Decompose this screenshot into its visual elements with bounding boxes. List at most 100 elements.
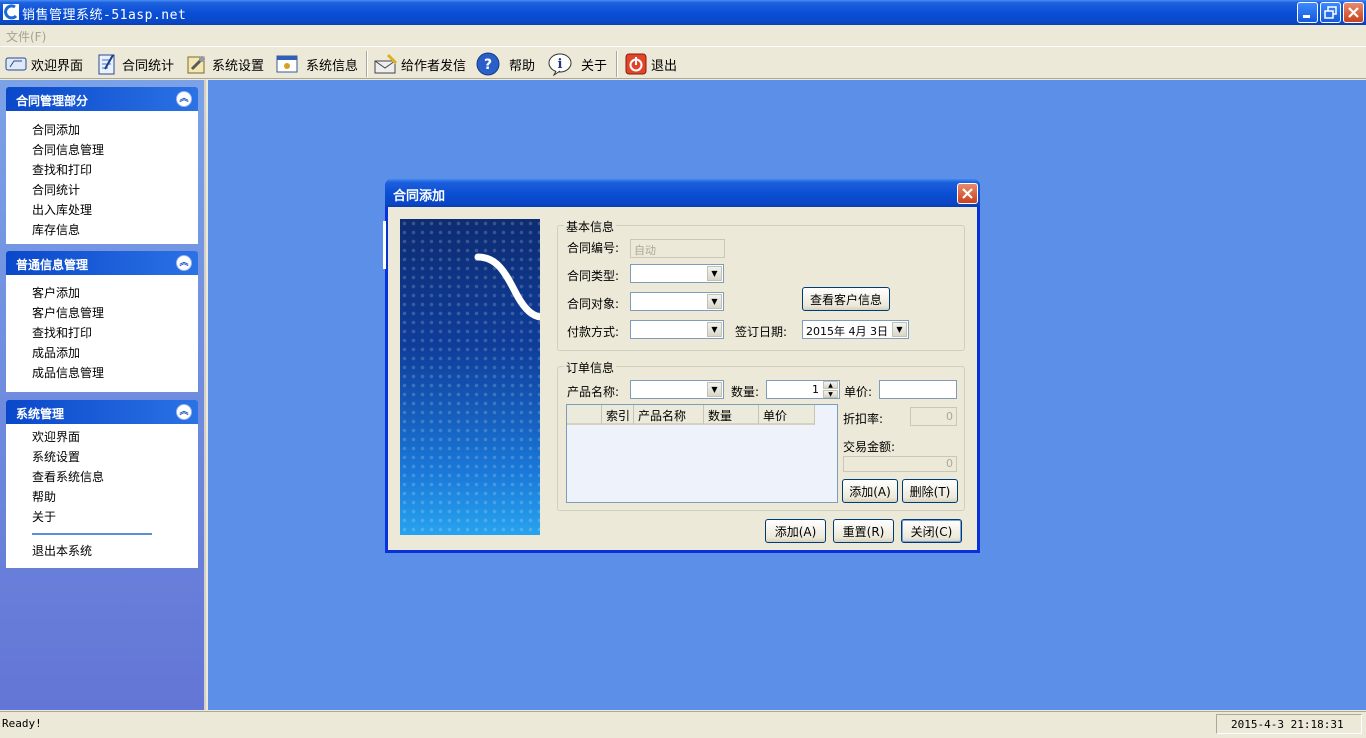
nav-group-header[interactable]: 系统管理 ︽	[6, 400, 198, 424]
nav-item-search-print[interactable]: 查找和打印	[6, 323, 198, 343]
chevron-down-icon[interactable]: ▼	[892, 322, 907, 337]
dialog-title: 合同添加	[393, 189, 446, 204]
unit-price-label: 单价:	[844, 385, 873, 399]
info-icon: i	[548, 52, 572, 76]
toolbar-about-button[interactable]: i 关于	[548, 51, 607, 77]
column-header-unit-price[interactable]: 单价	[759, 405, 815, 425]
unit-price-input[interactable]	[879, 380, 957, 399]
toolbar: 欢迎界面 合同统计 系统设置 系统信息 给作者发信 ? 帮助 i 关于 退出	[0, 46, 1366, 79]
product-name-label: 产品名称:	[567, 385, 620, 399]
welcome-icon	[4, 52, 28, 76]
nav-group-body: 客户添加 客户信息管理 查找和打印 成品添加 成品信息管理	[6, 275, 198, 392]
status-datetime: 2015-4-3 21:18:31	[1216, 714, 1362, 734]
add-item-button[interactable]: 添加(A)	[842, 479, 898, 503]
dialog-close-button[interactable]	[957, 183, 978, 204]
nav-item-customer-manage[interactable]: 客户信息管理	[6, 303, 198, 323]
mail-icon	[374, 52, 398, 76]
sign-date-picker[interactable]: 2015年 4月 3日 ▼	[802, 320, 909, 339]
collapse-chevron-icon[interactable]: ︽	[176, 404, 192, 420]
order-info-legend: 订单信息	[564, 359, 617, 376]
menu-file[interactable]: 文件(F)	[6, 28, 46, 45]
swoosh-graphic	[474, 253, 540, 321]
nav-item-product-manage[interactable]: 成品信息管理	[6, 363, 198, 383]
contract-type-label: 合同类型:	[567, 269, 620, 283]
nav-item-contract-manage[interactable]: 合同信息管理	[6, 140, 198, 160]
sign-date-value: 2015年 4月 3日	[806, 325, 888, 338]
toolbar-mail-author-button[interactable]: 给作者发信	[374, 51, 466, 77]
payment-method-select[interactable]: ▼	[630, 320, 724, 339]
dialog-edge-marker	[383, 221, 386, 269]
contract-type-select[interactable]: ▼	[630, 264, 724, 283]
product-name-select[interactable]: ▼	[630, 380, 724, 399]
discount-field: 0	[910, 407, 957, 426]
left-nav-panel: 合同管理部分 ︽ 合同添加 合同信息管理 查找和打印 合同统计 出入库处理 库存…	[0, 80, 206, 710]
view-customer-button[interactable]: 查看客户信息	[802, 287, 890, 311]
basic-info-legend: 基本信息	[564, 218, 617, 235]
quantity-stepper[interactable]: 1 ▲ ▼	[766, 380, 840, 399]
column-header-product-name[interactable]: 产品名称	[634, 405, 704, 425]
chevron-down-icon[interactable]: ▼	[707, 266, 722, 281]
dialog-titlebar: 合同添加	[385, 179, 980, 207]
contract-target-select[interactable]: ▼	[630, 292, 724, 311]
toolbar-contract-stats-button[interactable]: 合同统计	[95, 51, 174, 77]
chevron-down-icon[interactable]: ▼	[707, 294, 722, 309]
nav-group-system: 系统管理 ︽ 欢迎界面 系统设置 查看系统信息 帮助 关于 退出本系统	[6, 400, 198, 568]
nav-item-stock-info[interactable]: 库存信息	[6, 220, 198, 240]
contract-no-label: 合同编号:	[567, 241, 620, 255]
delete-item-button[interactable]: 删除(T)	[902, 479, 958, 503]
nav-item-system-info[interactable]: 查看系统信息	[6, 467, 198, 487]
close-dialog-button[interactable]: 关闭(C)	[901, 519, 962, 543]
restore-button[interactable]	[1320, 2, 1341, 23]
reset-button[interactable]: 重置(R)	[833, 519, 894, 543]
collapse-chevron-icon[interactable]: ︽	[176, 255, 192, 271]
nav-item-customer-add[interactable]: 客户添加	[6, 283, 198, 303]
nav-item-system-settings[interactable]: 系统设置	[6, 447, 198, 467]
amount-field: 0	[843, 456, 957, 472]
nav-group-contract: 合同管理部分 ︽ 合同添加 合同信息管理 查找和打印 合同统计 出入库处理 库存…	[6, 87, 198, 244]
menu-bar: 文件(F)	[0, 25, 1366, 46]
status-bar: Ready! 2015-4-3 21:18:31	[0, 711, 1366, 738]
nav-item-search-print[interactable]: 查找和打印	[6, 160, 198, 180]
chevron-down-icon[interactable]: ▼	[707, 322, 722, 337]
column-header-quantity[interactable]: 数量	[704, 405, 759, 425]
toolbar-help-button[interactable]: ? 帮助	[476, 51, 535, 77]
nav-item-exit[interactable]: 退出本系统	[6, 541, 198, 561]
close-icon	[962, 188, 973, 199]
nav-group-header[interactable]: 普通信息管理 ︽	[6, 251, 198, 275]
restore-icon	[1324, 6, 1337, 19]
close-button[interactable]	[1343, 2, 1364, 23]
nav-item-product-add[interactable]: 成品添加	[6, 343, 198, 363]
spin-up-icon[interactable]: ▲	[823, 381, 838, 389]
column-header[interactable]	[567, 405, 602, 425]
sign-date-label: 签订日期:	[735, 325, 788, 339]
dialog-banner-image	[400, 219, 540, 535]
nav-item-contract-stats[interactable]: 合同统计	[6, 180, 198, 200]
toolbar-system-settings-button[interactable]: 系统设置	[185, 51, 264, 77]
window-titlebar: 销售管理系统-51asp.net	[0, 0, 1366, 25]
collapse-chevron-icon[interactable]: ︽	[176, 91, 192, 107]
notepad-icon	[95, 52, 119, 76]
add-button[interactable]: 添加(A)	[765, 519, 826, 543]
minimize-button[interactable]	[1297, 2, 1318, 23]
quantity-value: 1	[812, 383, 819, 396]
nav-item-contract-add[interactable]: 合同添加	[6, 120, 198, 140]
nav-group-body: 欢迎界面 系统设置 查看系统信息 帮助 关于 退出本系统	[6, 424, 198, 568]
contract-add-dialog: 合同添加 基本信息 合同编号: 自动 合同类型: ▼ 合同对象: ▼ 查看客户信…	[383, 179, 980, 553]
amount-label: 交易金额:	[843, 440, 896, 454]
chevron-down-icon[interactable]: ▼	[707, 382, 722, 397]
order-items-list[interactable]: 索引 产品名称 数量 单价	[566, 404, 838, 503]
nav-item-welcome[interactable]: 欢迎界面	[6, 427, 198, 447]
toolbar-welcome-button[interactable]: 欢迎界面	[4, 51, 83, 77]
nav-group-header[interactable]: 合同管理部分 ︽	[6, 87, 198, 111]
status-text: Ready!	[2, 717, 42, 730]
nav-item-inout-stock[interactable]: 出入库处理	[6, 200, 198, 220]
nav-item-help[interactable]: 帮助	[6, 487, 198, 507]
toolbar-system-info-button[interactable]: 系统信息	[275, 51, 358, 77]
toolbar-exit-button[interactable]: 退出	[624, 51, 677, 77]
spin-down-icon[interactable]: ▼	[823, 390, 838, 398]
nav-item-about[interactable]: 关于	[6, 507, 198, 527]
column-header-index[interactable]: 索引	[602, 405, 634, 425]
nav-group-general: 普通信息管理 ︽ 客户添加 客户信息管理 查找和打印 成品添加 成品信息管理	[6, 251, 198, 392]
discount-label: 折扣率:	[843, 412, 884, 426]
list-header: 索引 产品名称 数量 单价	[567, 405, 815, 425]
